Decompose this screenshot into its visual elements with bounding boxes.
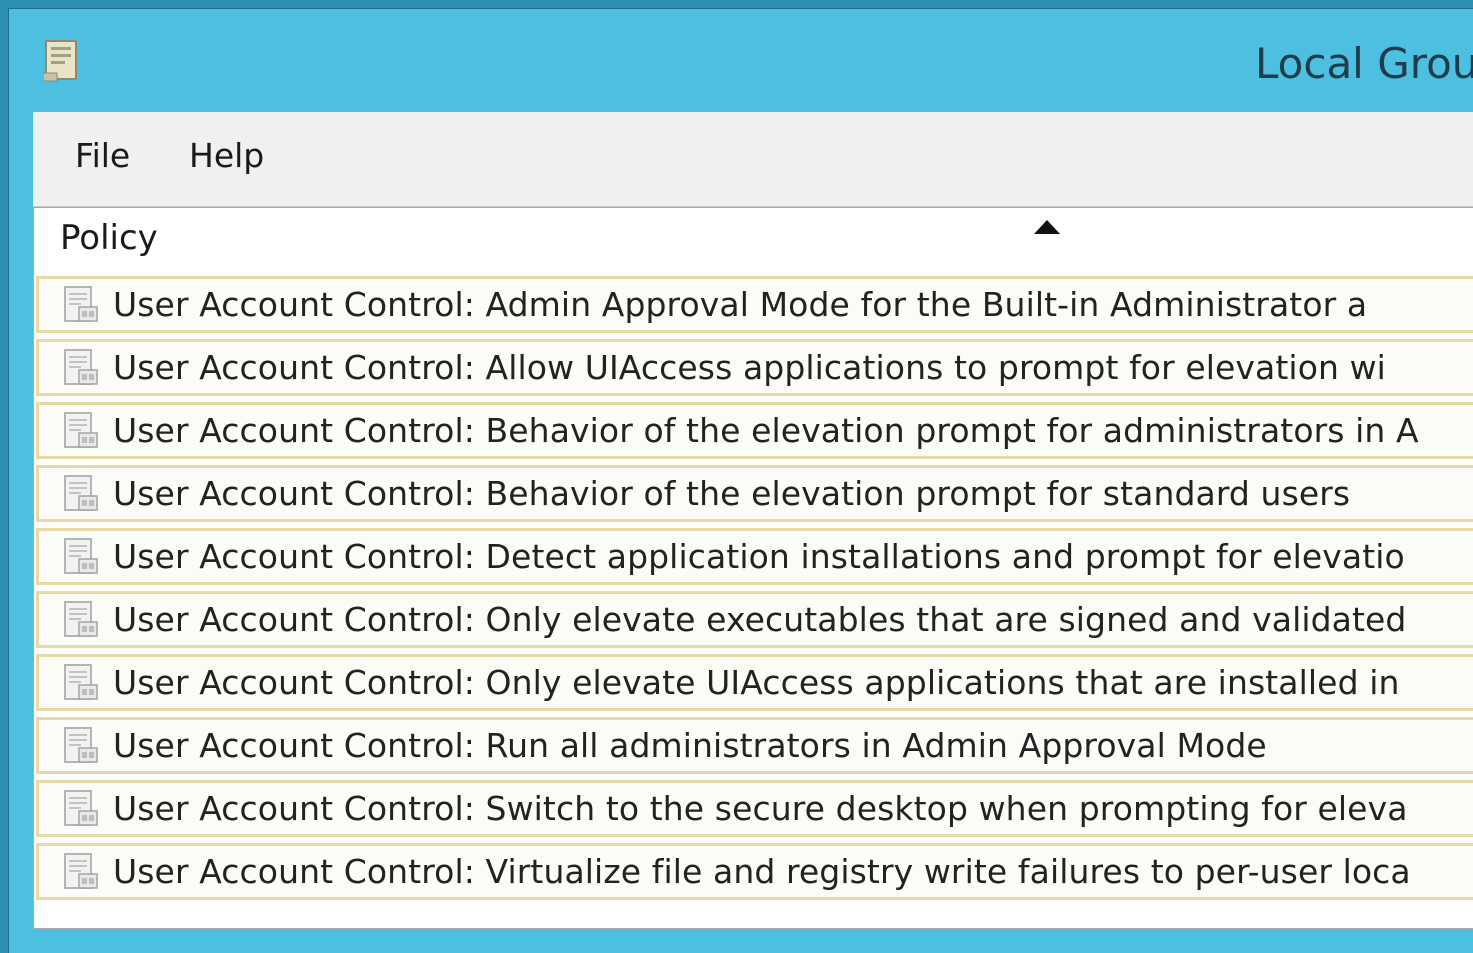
policy-name: User Account Control: Run all administra… (113, 726, 1267, 765)
policy-document-icon[interactable] (43, 37, 81, 83)
policy-setting-icon (64, 538, 98, 574)
policy-setting-icon (64, 286, 98, 322)
table-row[interactable]: User Account Control: Behavior of the el… (36, 465, 1473, 522)
list-header: Policy (34, 208, 1473, 274)
table-row[interactable]: User Account Control: Only elevate UIAcc… (36, 654, 1473, 711)
window-title: Local Grou (1255, 39, 1473, 88)
policy-setting-icon (64, 349, 98, 385)
table-row[interactable]: User Account Control: Virtualize file an… (36, 843, 1473, 900)
table-row[interactable]: User Account Control: Run all administra… (36, 717, 1473, 774)
menu-help[interactable]: Help (187, 136, 266, 175)
table-row[interactable]: User Account Control: Only elevate execu… (36, 591, 1473, 648)
policy-name: User Account Control: Behavior of the el… (113, 474, 1351, 513)
sort-ascending-icon (1034, 220, 1060, 234)
main-window: Local Grou File Help Policy User Account… (8, 8, 1473, 953)
table-row[interactable]: User Account Control: Detect application… (36, 528, 1473, 585)
policy-setting-icon (64, 601, 98, 637)
table-row[interactable]: User Account Control: Admin Approval Mod… (36, 276, 1473, 333)
policy-setting-icon (64, 853, 98, 889)
table-row[interactable]: User Account Control: Switch to the secu… (36, 780, 1473, 837)
policy-setting-icon (64, 412, 98, 448)
policy-name: User Account Control: Switch to the secu… (113, 789, 1408, 828)
title-bar[interactable]: Local Grou (9, 9, 1473, 109)
policy-name: User Account Control: Only elevate execu… (113, 600, 1407, 639)
policy-setting-icon (64, 664, 98, 700)
policy-setting-icon (64, 475, 98, 511)
table-row[interactable]: User Account Control: Behavior of the el… (36, 402, 1473, 459)
policy-list: Policy User Account Control: Admin Appro… (33, 207, 1473, 929)
policy-name: User Account Control: Admin Approval Mod… (113, 285, 1368, 324)
policy-rows: User Account Control: Admin Approval Mod… (36, 276, 1473, 906)
menu-file[interactable]: File (73, 136, 132, 175)
policy-setting-icon (64, 790, 98, 826)
policy-name: User Account Control: Only elevate UIAcc… (113, 663, 1400, 702)
policy-setting-icon (64, 727, 98, 763)
policy-name: User Account Control: Allow UIAccess app… (113, 348, 1386, 387)
policy-name: User Account Control: Behavior of the el… (113, 411, 1419, 450)
policy-name: User Account Control: Virtualize file an… (113, 852, 1411, 891)
table-row[interactable]: User Account Control: Allow UIAccess app… (36, 339, 1473, 396)
column-header-policy[interactable]: Policy (60, 218, 158, 258)
menu-bar: File Help (33, 112, 1473, 207)
policy-name: User Account Control: Detect application… (113, 537, 1405, 576)
